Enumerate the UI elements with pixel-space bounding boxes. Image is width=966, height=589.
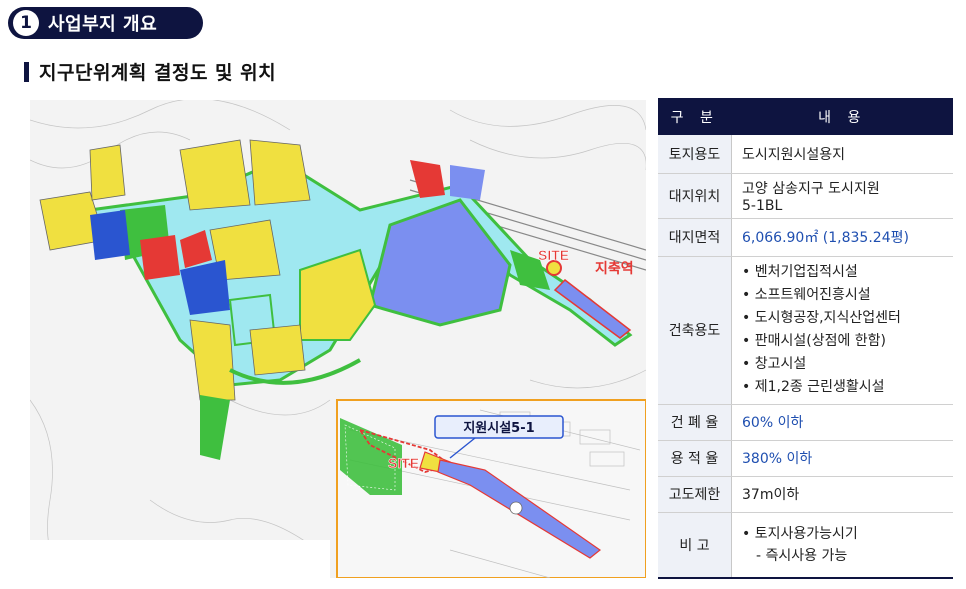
district-plan-map: SITE 지축역 지원시설5-1 SITE bbox=[30, 100, 646, 578]
row-value-land-use: 도시지원시설용지 bbox=[731, 135, 953, 174]
location-line1: 고양 삼송지구 도시지원 bbox=[742, 180, 880, 197]
table-row: 대지면적 6,066.90㎡ (1,835.24평) bbox=[658, 218, 953, 257]
table-row: 건 폐 율 60% 이하 bbox=[658, 404, 953, 441]
row-value-area: 6,066.90㎡ (1,835.24평) bbox=[731, 218, 953, 257]
building-use-item: • 벤처기업집적시설 bbox=[742, 264, 858, 280]
row-value-remarks: • 토지사용가능시기 - 즉시사용 가능 bbox=[731, 512, 953, 579]
row-label-coverage: 건 폐 율 bbox=[658, 404, 732, 441]
row-label-area: 대지면적 bbox=[658, 218, 732, 257]
section-badge: 1 사업부지 개요 bbox=[8, 7, 203, 39]
row-value-building-use: • 벤처기업집적시설 • 소프트웨어진흥시설 • 도시형공장,지식산업센터 • … bbox=[731, 256, 953, 405]
remarks-line1: • 토지사용가능시기 bbox=[742, 525, 858, 542]
row-label-land-use: 토지용도 bbox=[658, 135, 732, 174]
inset-map: 지원시설5-1 SITE bbox=[336, 399, 646, 578]
section-number: 1 bbox=[13, 10, 39, 36]
table-row: 비 고 • 토지사용가능시기 - 즉시사용 가능 bbox=[658, 512, 953, 579]
map-svg: SITE 지축역 지원시설5-1 SITE bbox=[30, 100, 646, 578]
table-row: 건축용도 • 벤처기업집적시설 • 소프트웨어진흥시설 • 도시형공장,지식산업… bbox=[658, 256, 953, 405]
section-title: 사업부지 개요 bbox=[48, 14, 158, 35]
header-category: 구 분 bbox=[658, 98, 732, 135]
inset-callout-label: 지원시설5-1 bbox=[463, 421, 534, 436]
site-label: SITE bbox=[538, 247, 569, 263]
table-row: 대지위치 고양 삼송지구 도시지원 5-1BL bbox=[658, 173, 953, 219]
subtitle: 지구단위계획 결정도 및 위치 bbox=[24, 58, 276, 85]
table-row: 용 적 율 380% 이하 bbox=[658, 440, 953, 477]
site-info-table: 구 분 내 용 토지용도 도시지원시설용지 대지위치 고양 삼송지구 도시지원 … bbox=[658, 98, 953, 579]
row-label-far: 용 적 율 bbox=[658, 440, 732, 477]
row-value-height: 37m이하 bbox=[731, 476, 953, 513]
subtitle-text: 지구단위계획 결정도 및 위치 bbox=[39, 62, 277, 84]
remarks-line2: - 즉시사용 가능 bbox=[756, 547, 848, 564]
row-value-coverage: 60% 이하 bbox=[731, 404, 953, 441]
row-label-remarks: 비 고 bbox=[658, 512, 732, 579]
row-label-building-use: 건축용도 bbox=[658, 256, 732, 405]
table-row: 토지용도 도시지원시설용지 bbox=[658, 135, 953, 174]
building-use-item: • 판매시설(상점에 한함) bbox=[742, 333, 887, 349]
header-content: 내 용 bbox=[731, 98, 953, 135]
location-line2: 5-1BL bbox=[742, 197, 783, 214]
row-value-location: 고양 삼송지구 도시지원 5-1BL bbox=[731, 173, 953, 219]
building-use-item: • 도시형공장,지식산업센터 bbox=[742, 310, 901, 326]
table-header-row: 구 분 내 용 bbox=[658, 98, 953, 135]
station-label: 지축역 bbox=[595, 260, 634, 277]
row-label-location: 대지위치 bbox=[658, 173, 732, 219]
building-use-item: • 소프트웨어진흥시설 bbox=[742, 287, 871, 303]
building-use-item: • 제1,2종 근린생활시설 bbox=[742, 379, 885, 395]
table-row: 고도제한 37m이하 bbox=[658, 476, 953, 513]
building-use-item: • 창고시설 bbox=[742, 356, 807, 372]
inset-site-label: SITE bbox=[388, 455, 419, 471]
site-marker-icon bbox=[546, 260, 562, 276]
row-value-far: 380% 이하 bbox=[731, 440, 953, 477]
subtitle-bar bbox=[24, 61, 29, 82]
row-label-height: 고도제한 bbox=[658, 476, 732, 513]
